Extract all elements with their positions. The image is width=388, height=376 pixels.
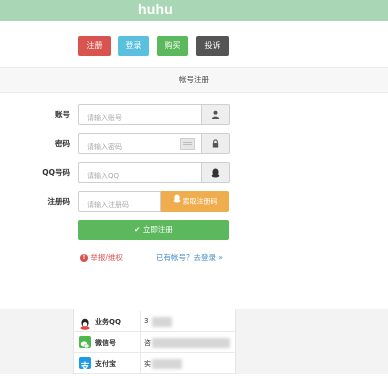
register-button[interactable]: 注册 bbox=[78, 36, 111, 56]
lock-icon bbox=[202, 133, 230, 154]
divider bbox=[140, 332, 141, 352]
keyboard-icon bbox=[180, 138, 195, 150]
alert-icon: ! bbox=[80, 254, 88, 262]
contact-label: 微信号 bbox=[95, 339, 116, 347]
report-link[interactable]: ! 举报/维权 bbox=[80, 252, 123, 263]
qq-row: QQ号码 bbox=[0, 162, 388, 186]
submit-label: 立即注册 bbox=[142, 225, 173, 234]
account-input[interactable] bbox=[79, 108, 201, 128]
password-row: 密码 bbox=[0, 133, 388, 157]
go-login-link[interactable]: 已有帐号？去登录 » bbox=[156, 252, 223, 263]
report-label: 举报/维权 bbox=[90, 253, 123, 262]
brand-title: huhu bbox=[138, 1, 174, 17]
user-icon bbox=[202, 104, 230, 125]
login-button[interactable]: 登录 bbox=[118, 36, 149, 56]
contact-row-qq: 业务QQ 3 bbox=[74, 311, 235, 332]
account-field-wrap bbox=[78, 104, 202, 128]
buy-button[interactable]: 购买 bbox=[157, 36, 188, 56]
password-label: 密码 bbox=[55, 139, 70, 148]
qq-label: QQ号码 bbox=[42, 168, 70, 177]
top-header: huhu bbox=[0, 0, 388, 21]
contact-row-wechat: 微信号 咨 bbox=[74, 332, 235, 353]
section-header: 帐号注册 bbox=[0, 67, 388, 93]
alipay-icon: 支 bbox=[79, 357, 91, 373]
blurred-value bbox=[152, 359, 182, 369]
account-row: 账号 bbox=[0, 104, 388, 128]
qq-penguin-icon bbox=[202, 162, 230, 183]
contact-table: 业务QQ 3 微信号 咨 支 支付宝 实 bbox=[73, 309, 236, 374]
divider bbox=[140, 353, 141, 373]
contact-value: 3 bbox=[144, 317, 149, 325]
wechat-icon bbox=[79, 336, 91, 349]
blurred-value bbox=[152, 338, 230, 348]
contact-value: 咨 bbox=[144, 339, 151, 347]
account-label: 账号 bbox=[55, 110, 70, 119]
qq-input[interactable] bbox=[79, 166, 201, 186]
qq-icon bbox=[79, 315, 91, 330]
contact-label: 业务QQ bbox=[95, 318, 121, 326]
section-title: 帐号注册 bbox=[179, 75, 209, 84]
password-field-wrap bbox=[78, 133, 202, 157]
nav-buttons: 注册 登录 购买 投诉 bbox=[0, 36, 388, 56]
contact-value: 实 bbox=[144, 360, 151, 368]
submit-register-button[interactable]: ✔ 立即注册 bbox=[78, 220, 229, 240]
code-row: 注册码 索取注册码 bbox=[0, 191, 388, 215]
get-code-button[interactable]: 索取注册码 bbox=[161, 191, 229, 212]
code-field-wrap bbox=[78, 191, 161, 215]
contact-row-alipay: 支 支付宝 实 bbox=[74, 353, 235, 374]
check-icon: ✔ bbox=[134, 225, 141, 234]
svg-text:支: 支 bbox=[79, 361, 90, 373]
qq-field-wrap bbox=[78, 162, 202, 186]
code-label: 注册码 bbox=[47, 197, 71, 206]
complaint-button[interactable]: 投诉 bbox=[196, 36, 229, 56]
divider bbox=[140, 311, 141, 331]
code-input[interactable] bbox=[79, 195, 160, 215]
get-code-label: 索取注册码 bbox=[182, 197, 218, 206]
qq-icon bbox=[173, 191, 181, 212]
contact-label: 支付宝 bbox=[95, 360, 116, 368]
blurred-value bbox=[152, 317, 172, 327]
